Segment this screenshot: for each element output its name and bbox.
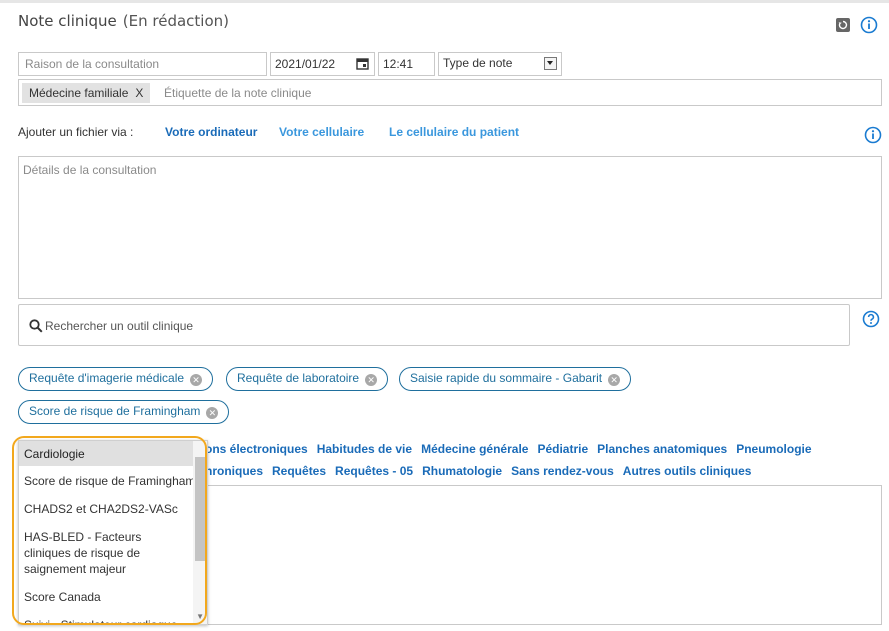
attach-cellphone-link[interactable]: Votre cellulaire (279, 125, 364, 139)
tag-remove-button[interactable]: X (135, 86, 143, 100)
tool-pill-label: Score de risque de Framingham (29, 404, 201, 418)
category-row-2: nroniques Requêtes Requêtes - 05 Rhumatolog… (205, 464, 760, 478)
attach-label: Ajouter un fichier via : (18, 125, 134, 139)
page-title: Note clinique (En rédaction) (18, 12, 229, 30)
note-type-select[interactable]: Type de note (438, 52, 562, 76)
reason-placeholder: Raison de la consultation (25, 57, 160, 71)
category-link[interactable]: Planches anatomiques (597, 442, 727, 456)
tag-chip-label: Médecine familiale (29, 86, 129, 100)
clinical-tool-search[interactable]: Rechercher un outil clinique (18, 304, 850, 346)
close-circle-icon[interactable]: ✕ (190, 374, 203, 386)
close-circle-icon[interactable]: ✕ (365, 374, 378, 386)
tool-pill[interactable]: Requête de laboratoire ✕ (226, 367, 389, 391)
attach-computer-link[interactable]: Votre ordinateur (165, 125, 257, 139)
category-link[interactable]: Requêtes (272, 464, 326, 478)
title-status: (En rédaction) (122, 12, 230, 30)
close-circle-icon[interactable]: ✕ (608, 374, 621, 386)
help-icon[interactable] (862, 310, 880, 333)
title-text: Note clinique (18, 12, 117, 30)
details-placeholder: Détails de la consultation (23, 163, 157, 177)
refresh-icon[interactable] (836, 18, 850, 32)
category-link[interactable]: Requêtes - 05 (335, 464, 413, 478)
top-divider (0, 0, 889, 3)
tool-pill-label: Saisie rapide du sommaire - Gabarit (410, 371, 603, 385)
category-link[interactable]: ons électroniques (205, 442, 308, 456)
date-value: 2021/01/22 (275, 57, 336, 71)
reason-input[interactable]: Raison de la consultation (18, 52, 267, 76)
calendar-icon[interactable] (356, 57, 369, 73)
category-link[interactable]: Sans rendez-vous (511, 464, 614, 478)
category-link[interactable]: Autres outils cliniques (623, 464, 752, 478)
tool-pill-label: Requête de laboratoire (237, 371, 360, 385)
category-link[interactable]: Rhumatologie (422, 464, 502, 478)
info-icon[interactable] (864, 126, 882, 149)
time-value: 12:41 (383, 57, 414, 71)
tool-pill[interactable]: Requête d'imagerie médicale ✕ (18, 367, 214, 391)
tool-pill[interactable]: Score de risque de Framingham ✕ (18, 400, 230, 424)
date-input[interactable]: 2021/01/22 (270, 52, 375, 76)
category-link[interactable]: nroniques (205, 464, 263, 478)
chevron-down-icon[interactable] (544, 57, 557, 70)
highlight-outline (12, 436, 207, 625)
category-row-1: ons électroniques Habitudes de vie Médecin… (205, 442, 821, 456)
tag-input[interactable]: Médecine familiale X Étiquette de la note… (18, 79, 882, 106)
time-input[interactable]: 12:41 (378, 52, 435, 76)
search-icon (29, 319, 43, 336)
tag-placeholder: Étiquette de la note clinique (164, 86, 312, 100)
category-link[interactable]: Médecine générale (421, 442, 528, 456)
tool-pill-label: Requête d'imagerie médicale (29, 371, 185, 385)
category-link[interactable]: Habitudes de vie (317, 442, 412, 456)
search-placeholder: Rechercher un outil clinique (45, 319, 194, 333)
category-link[interactable]: Pédiatrie (537, 442, 588, 456)
category-link[interactable]: Pneumologie (736, 442, 811, 456)
tool-pill[interactable]: Saisie rapide du sommaire - Gabarit ✕ (399, 367, 632, 391)
details-textarea[interactable]: Détails de la consultation (18, 156, 882, 299)
close-circle-icon[interactable]: ✕ (206, 407, 219, 419)
attach-patient-cellphone-link[interactable]: Le cellulaire du patient (389, 125, 519, 139)
tag-chip: Médecine familiale X (22, 83, 151, 103)
info-icon[interactable] (860, 16, 878, 39)
note-type-value: Type de note (443, 56, 513, 70)
